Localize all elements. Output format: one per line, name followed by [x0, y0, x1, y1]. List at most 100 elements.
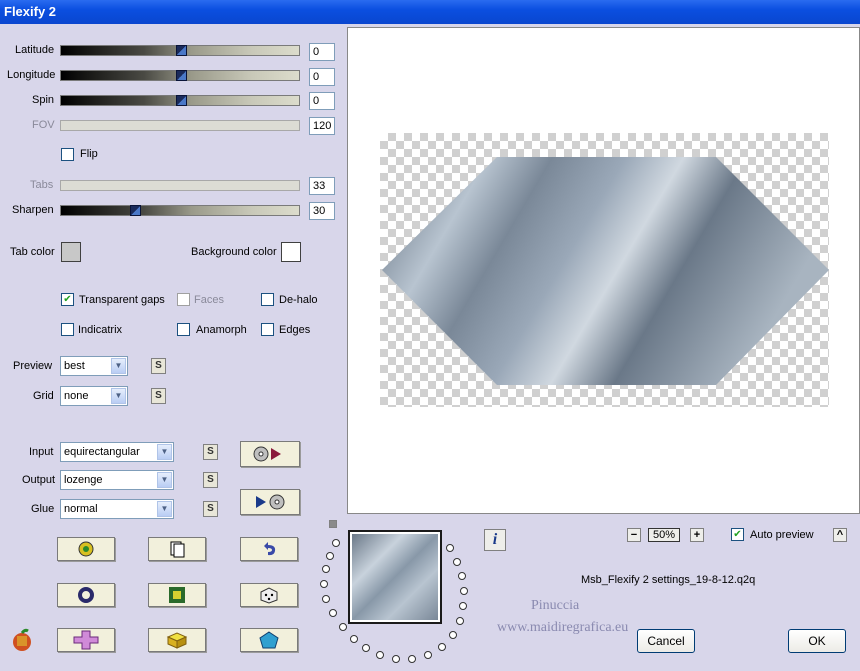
copy-button[interactable]	[148, 537, 206, 561]
watermark-url: www.maidiregrafica.eu	[497, 620, 629, 635]
fov-slider	[60, 120, 300, 131]
preview-label: Preview	[13, 360, 53, 372]
fov-value: 120	[309, 117, 335, 135]
glue-label: Glue	[31, 503, 55, 515]
cancel-button[interactable]: Cancel	[637, 629, 695, 653]
zoom-out-button[interactable]: −	[627, 528, 641, 542]
input-source-button[interactable]	[240, 441, 300, 467]
undo-button[interactable]	[240, 537, 298, 561]
chevron-down-icon[interactable]: ▼	[157, 501, 172, 517]
de-halo-checkbox[interactable]	[261, 293, 274, 306]
tab-color-swatch[interactable]	[61, 242, 81, 262]
chevron-down-icon[interactable]: ▼	[111, 388, 126, 404]
transparent-gaps-label: Transparent gaps	[79, 294, 165, 306]
undo-icon	[264, 542, 276, 556]
spin-slider-thumb[interactable]	[176, 95, 187, 106]
collapse-button[interactable]: ^	[833, 528, 847, 542]
window-title: Flexify 2	[4, 4, 57, 19]
watermark-name: Pinuccia	[531, 598, 580, 613]
dialog-body: Latitude 0 Longitude 0 Spin 0 FOV 120 Fl…	[0, 24, 860, 671]
output-s-button[interactable]: S	[203, 472, 218, 488]
ok-button[interactable]: OK	[788, 629, 846, 653]
input-select[interactable]: equirectangular ▼	[60, 442, 174, 462]
auto-preview-label: Auto preview	[750, 529, 814, 541]
sharpen-label: Sharpen	[12, 204, 54, 216]
spin-slider[interactable]	[60, 95, 300, 106]
ring-icon	[78, 587, 94, 603]
chevron-down-icon[interactable]: ▼	[157, 472, 172, 488]
anamorph-checkbox[interactable]	[177, 323, 190, 336]
edges-checkbox[interactable]	[261, 323, 274, 336]
grid-s-button[interactable]: S	[151, 388, 166, 404]
info-button[interactable]: i	[484, 529, 506, 551]
tab-color-label: Tab color	[10, 246, 55, 258]
glue-select[interactable]: normal ▼	[60, 499, 174, 519]
auto-preview-checkbox[interactable]: ✔	[731, 528, 744, 541]
latitude-slider-thumb[interactable]	[176, 45, 187, 56]
grid-value: none	[64, 390, 89, 402]
output-value: lozenge	[64, 474, 103, 486]
output-label: Output	[22, 474, 56, 486]
dice-icon	[260, 587, 278, 604]
copy-icon	[170, 541, 185, 558]
faces-label: Faces	[194, 294, 224, 306]
chevron-down-icon[interactable]: ▼	[111, 358, 126, 374]
disc-arrow-icon	[253, 446, 281, 462]
chevron-down-icon[interactable]: ▼	[157, 444, 172, 460]
longitude-value[interactable]: 0	[309, 68, 335, 86]
random-button[interactable]	[240, 583, 298, 607]
glue-value: normal	[64, 503, 98, 515]
preview-quality-value: best	[64, 360, 85, 372]
preview-canvas[interactable]	[347, 27, 860, 514]
preview-quality-select[interactable]: best ▼	[60, 356, 128, 376]
output-target-button[interactable]	[240, 489, 300, 515]
input-s-button[interactable]: S	[203, 444, 218, 460]
pentagon-button[interactable]	[240, 628, 298, 652]
settings-filename: Msb_Flexify 2 settings_19-8-12.q2q	[581, 574, 756, 586]
grid-label: Grid	[33, 390, 54, 402]
transparent-gaps-checkbox[interactable]: ✔	[61, 293, 74, 306]
anamorph-label: Anamorph	[196, 324, 247, 336]
de-halo-label: De-halo	[279, 294, 318, 306]
latitude-label: Latitude	[15, 44, 55, 56]
edges-label: Edges	[279, 324, 311, 336]
latitude-value[interactable]: 0	[309, 43, 335, 61]
ring-button[interactable]	[57, 583, 115, 607]
sharpen-slider-thumb[interactable]	[130, 205, 141, 216]
lens-icon	[78, 541, 94, 557]
faces-checkbox	[177, 293, 190, 306]
flip-checkbox[interactable]	[61, 148, 74, 161]
grid-select[interactable]: none ▼	[60, 386, 128, 406]
tabs-value: 33	[309, 177, 335, 195]
output-select[interactable]: lozenge ▼	[60, 470, 174, 490]
input-value: equirectangular	[64, 446, 140, 458]
latitude-slider[interactable]	[60, 45, 300, 56]
title-bar: Flexify 2	[0, 0, 860, 24]
cube-button[interactable]	[148, 628, 206, 652]
spin-value[interactable]: 0	[309, 92, 335, 110]
flip-label: Flip	[80, 148, 98, 160]
cross-button[interactable]	[57, 628, 115, 652]
longitude-slider[interactable]	[60, 70, 300, 81]
preview-checkerboard	[380, 133, 829, 407]
zoom-in-button[interactable]: +	[690, 528, 704, 542]
background-color-swatch[interactable]	[281, 242, 301, 262]
arrow-disc-icon	[256, 494, 285, 510]
tabs-label: Tabs	[30, 179, 54, 191]
background-color-label: Background color	[191, 246, 277, 258]
sharpen-value[interactable]: 30	[309, 202, 335, 220]
fov-label: FOV	[32, 119, 55, 131]
glue-s-button[interactable]: S	[203, 501, 218, 517]
indicatrix-checkbox[interactable]	[61, 323, 74, 336]
lens-button[interactable]	[57, 537, 115, 561]
cube-icon	[166, 632, 188, 649]
indicatrix-label: Indicatrix	[78, 324, 123, 336]
frame-button[interactable]	[148, 583, 206, 607]
source-thumbnail[interactable]	[348, 530, 442, 624]
preview-s-button[interactable]: S	[151, 358, 166, 374]
sharpen-slider[interactable]	[60, 205, 300, 216]
input-label: Input	[29, 446, 54, 458]
apple-icon	[10, 628, 34, 655]
cross-icon	[73, 630, 99, 650]
longitude-slider-thumb[interactable]	[176, 70, 187, 81]
